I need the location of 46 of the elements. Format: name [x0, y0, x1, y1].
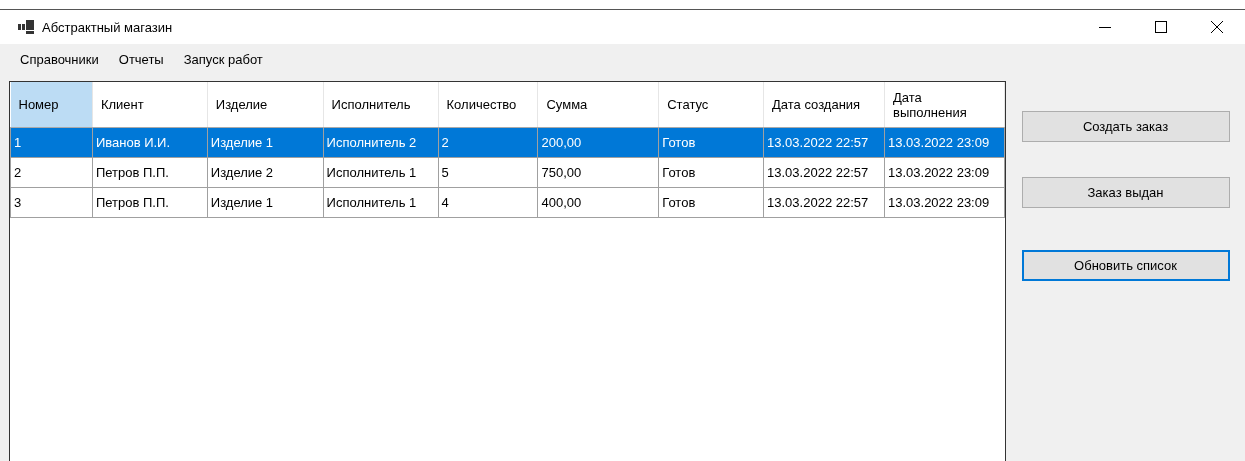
table-cell[interactable]: 13.03.2022 23:09: [884, 187, 1005, 218]
maximize-icon: [1155, 21, 1167, 33]
table-cell[interactable]: 13.03.2022 22:57: [763, 187, 885, 218]
action-button[interactable]: Обновить список: [1021, 250, 1230, 281]
table-cell[interactable]: Изделие 2: [207, 157, 324, 188]
table-cell[interactable]: 200,00: [537, 127, 659, 158]
column-header[interactable]: Номер: [10, 82, 93, 128]
table-cell[interactable]: 13.03.2022 23:09: [884, 157, 1005, 188]
column-header[interactable]: Дата выполнения: [884, 82, 1005, 128]
menu-item[interactable]: Запуск работ: [175, 49, 271, 70]
table-cell[interactable]: Готов: [658, 157, 764, 188]
app-icon: [18, 20, 34, 34]
window-title: Абстрактный магазин: [42, 19, 173, 35]
table-cell[interactable]: 1: [10, 127, 93, 158]
table-cell[interactable]: Исполнитель 1: [323, 187, 439, 218]
table-cell[interactable]: 4: [438, 187, 538, 218]
action-button[interactable]: Создать заказ: [1021, 111, 1230, 142]
column-header[interactable]: Количество: [438, 82, 538, 128]
close-icon: [1211, 21, 1223, 33]
table-cell[interactable]: 13.03.2022 23:09: [884, 127, 1005, 158]
column-header[interactable]: Изделие: [207, 82, 324, 128]
table-cell[interactable]: 13.03.2022 22:57: [763, 127, 885, 158]
table-cell[interactable]: Готов: [658, 127, 764, 158]
table-cell[interactable]: 400,00: [537, 187, 659, 218]
table-cell[interactable]: 3: [10, 187, 93, 218]
table-cell[interactable]: 5: [438, 157, 538, 188]
menu-item[interactable]: Справочники: [12, 49, 107, 70]
table-cell[interactable]: Петров П.П.: [92, 187, 208, 218]
table-cell[interactable]: Готов: [658, 187, 764, 218]
table-cell[interactable]: Исполнитель 1: [323, 157, 439, 188]
table-cell[interactable]: Исполнитель 2: [323, 127, 439, 158]
column-header[interactable]: Сумма: [537, 82, 659, 128]
table-cell[interactable]: 13.03.2022 22:57: [763, 157, 885, 188]
table-cell[interactable]: Изделие 1: [207, 187, 324, 218]
column-header[interactable]: Исполнитель: [323, 82, 439, 128]
table-cell[interactable]: Петров П.П.: [92, 157, 208, 188]
action-button[interactable]: Заказ выдан: [1021, 177, 1230, 208]
column-header[interactable]: Дата создания: [763, 82, 885, 128]
table-cell[interactable]: 750,00: [537, 157, 659, 188]
menu-item[interactable]: Отчеты: [110, 49, 172, 70]
column-header[interactable]: Клиент: [92, 82, 208, 128]
table-cell[interactable]: 2: [438, 127, 538, 158]
column-header[interactable]: Статус: [658, 82, 764, 128]
table-cell[interactable]: Изделие 1: [207, 127, 324, 158]
table-cell[interactable]: 2: [10, 157, 93, 188]
table-cell[interactable]: Иванов И.И.: [92, 127, 208, 158]
